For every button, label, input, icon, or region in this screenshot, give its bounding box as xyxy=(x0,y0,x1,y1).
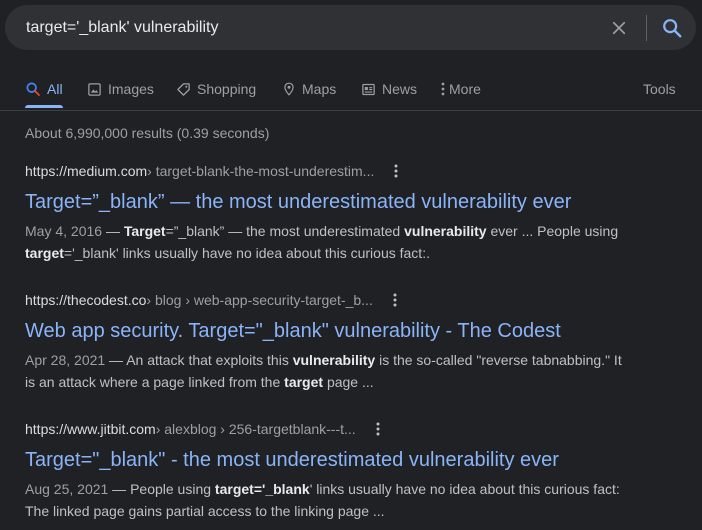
result-domain: https://www.jitbit.com xyxy=(25,421,156,437)
result-url[interactable]: https://www.jitbit.com › alexblog › 256-… xyxy=(25,419,665,439)
more-vert-icon xyxy=(376,422,380,436)
snippet-fragment: ='_blank' links usually have no idea abo… xyxy=(63,245,430,261)
tab-shopping-label: Shopping xyxy=(197,81,257,97)
snippet-keyword: vulnerability xyxy=(404,223,487,239)
tab-images[interactable]: Images xyxy=(87,78,154,100)
result-domain: https://thecodest.co xyxy=(25,292,147,308)
tab-all[interactable]: All xyxy=(25,78,63,100)
date-separator: — xyxy=(108,481,131,497)
snippet-fragment: =”_blank” — the most underestimated xyxy=(165,223,405,239)
result-date: May 4, 2016 xyxy=(25,223,103,239)
result-url[interactable]: https://medium.com › target-blank-the-mo… xyxy=(25,161,665,181)
image-icon xyxy=(88,82,101,96)
tab-more-label: More xyxy=(449,81,481,97)
tag-icon xyxy=(177,82,190,96)
clear-search-button[interactable] xyxy=(607,16,631,40)
snippet-keyword: Target xyxy=(123,223,166,239)
tabs-divider xyxy=(0,110,702,111)
snippet-fragment: An attack that exploits this xyxy=(126,352,293,368)
map-pin-icon xyxy=(284,82,294,96)
snippet-keyword: target='_blank xyxy=(214,481,310,497)
search-bar xyxy=(5,5,696,50)
snippet-fragment: page ... xyxy=(323,374,374,390)
more-vert-icon xyxy=(394,164,398,178)
active-tab-indicator xyxy=(25,105,63,108)
result-date: Apr 28, 2021 xyxy=(25,352,106,368)
result-domain: https://medium.com xyxy=(25,163,148,179)
result-path: › target-blank-the-most-underestim... xyxy=(147,163,375,179)
tab-maps[interactable]: Maps xyxy=(282,78,336,100)
close-icon xyxy=(612,21,626,35)
result-path: › blog › web-app-security-target-_b... xyxy=(146,292,373,308)
search-tabs: All Images Shopping Maps News More Tools xyxy=(0,70,702,110)
result-path: › alexblog › 256-targetblank---t... xyxy=(155,421,356,437)
more-vert-icon xyxy=(441,82,445,96)
result-menu-button[interactable] xyxy=(387,290,403,310)
search-result: https://thecodest.co › blog › web-app-se… xyxy=(25,290,665,393)
tab-more[interactable]: More xyxy=(440,78,481,100)
snippet-keyword: vulnerability xyxy=(292,352,376,368)
search-icon xyxy=(26,82,40,96)
tab-news-label: News xyxy=(382,81,418,97)
snippet-keyword: target xyxy=(284,374,324,390)
tab-shopping[interactable]: Shopping xyxy=(176,78,256,100)
result-snippet: Apr 28, 2021 — An attack that exploits t… xyxy=(25,349,635,393)
snippet-fragment: ever ... People using xyxy=(486,223,619,239)
search-button[interactable] xyxy=(659,15,685,41)
date-separator: — xyxy=(102,223,124,239)
result-snippet: May 4, 2016 — Target=”_blank” — the most… xyxy=(25,220,635,264)
result-menu-button[interactable] xyxy=(370,419,386,439)
tab-all-label: All xyxy=(47,81,63,97)
tab-images-label: Images xyxy=(108,81,154,97)
result-menu-button[interactable] xyxy=(388,161,404,181)
result-date: Aug 25, 2021 xyxy=(25,481,109,497)
result-snippet: Aug 25, 2021 — People using target='_bla… xyxy=(25,478,635,522)
date-separator: — xyxy=(105,352,127,368)
search-input[interactable] xyxy=(26,17,586,39)
more-vert-icon xyxy=(393,293,397,307)
search-icon xyxy=(663,19,682,38)
snippet-fragment: People using xyxy=(130,481,215,497)
search-result: https://www.jitbit.com › alexblog › 256-… xyxy=(25,419,665,522)
result-stats: About 6,990,000 results (0.39 seconds) xyxy=(25,125,270,141)
result-url[interactable]: https://thecodest.co › blog › web-app-se… xyxy=(25,290,665,310)
tools-button[interactable]: Tools xyxy=(643,78,676,100)
result-title-link[interactable]: Target="_blank" - the most underestimate… xyxy=(25,447,665,473)
newspaper-icon xyxy=(362,83,375,95)
tab-maps-label: Maps xyxy=(302,81,337,97)
result-title-link[interactable]: Target=”_blank” — the most underestimate… xyxy=(25,189,665,215)
snippet-keyword: target xyxy=(25,245,64,261)
search-result: https://medium.com › target-blank-the-mo… xyxy=(25,161,665,264)
result-title-link[interactable]: Web app security. Target="_blank" vulner… xyxy=(25,318,665,344)
tab-news[interactable]: News xyxy=(361,78,417,100)
search-bar-divider xyxy=(646,15,647,41)
